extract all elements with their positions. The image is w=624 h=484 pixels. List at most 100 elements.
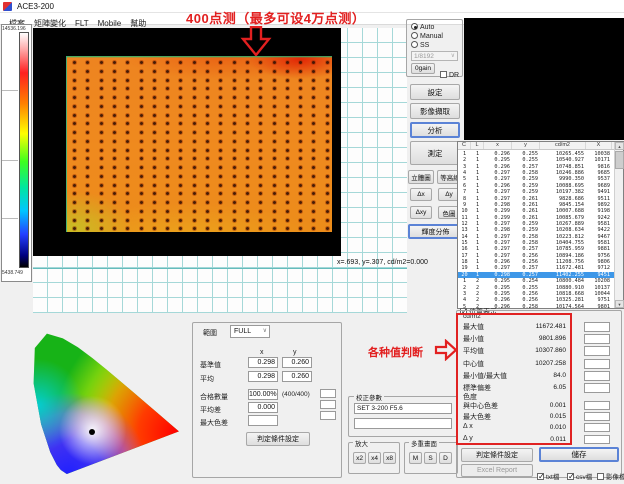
checkbox-icon[interactable]	[597, 473, 604, 480]
reference-y-field[interactable]: 0.260	[282, 357, 312, 368]
dr-checkbox[interactable]: DR	[440, 64, 459, 82]
average-y-field[interactable]: 0.260	[282, 371, 312, 382]
zoom-x4-button[interactable]: x4	[368, 452, 381, 464]
save-button[interactable]: 儲存	[539, 447, 619, 462]
scroll-up-icon[interactable]: ▲	[615, 142, 624, 150]
radio-ss[interactable]: SS	[411, 41, 429, 49]
measure-point-dot	[273, 184, 276, 187]
multi-screen-D-button[interactable]: D	[439, 452, 452, 464]
settings-button[interactable]: 設定	[410, 84, 460, 100]
judgement-condition-button-stats[interactable]: 判定條件設定	[246, 432, 310, 446]
camera-preview	[464, 18, 624, 140]
measure-point-dot	[86, 87, 89, 90]
measure-point-dot	[179, 157, 182, 160]
measure-point-dot	[153, 157, 156, 160]
radio-auto[interactable]: Auto	[411, 23, 434, 31]
measure-point-dot	[299, 175, 302, 178]
measure-point-dot	[259, 140, 262, 143]
measurement-table[interactable]: CLxycd/m2X 110.2960.25510265.45510038210…	[457, 141, 624, 309]
scrollbar-thumb[interactable]	[615, 151, 624, 169]
delta-x-button[interactable]: Δx	[410, 188, 432, 201]
measure-point-dot	[246, 149, 249, 152]
analyze-button[interactable]: 分析	[410, 122, 460, 138]
zero-gain-button[interactable]: 0gain	[411, 63, 435, 74]
measure-point-dot	[312, 192, 315, 195]
measure-point-dot	[246, 157, 249, 160]
output-checkbox-csv檔[interactable]: csv檔	[567, 466, 592, 484]
scroll-down-icon[interactable]: ▼	[615, 300, 624, 308]
column-x-label: x	[260, 349, 264, 356]
radio-manual[interactable]: Manual	[411, 32, 443, 40]
table-scrollbar[interactable]: ▲ ▼	[614, 142, 623, 308]
measure-point-dot	[246, 105, 249, 108]
range-select[interactable]: FULL∨	[230, 325, 270, 338]
menu-item-Mobile[interactable]: Mobile	[98, 19, 122, 28]
judgement-indicator-box	[584, 371, 610, 381]
measure-point-dot	[126, 87, 129, 90]
radio-icon[interactable]	[411, 32, 418, 39]
measure-point-dot	[153, 227, 156, 230]
multi-screen-S-button[interactable]: S	[424, 452, 437, 464]
chroma-value: 0.011	[506, 436, 566, 443]
measure-button[interactable]: 測定	[410, 141, 460, 165]
output-checkbox-txt檔[interactable]: txt檔	[537, 466, 559, 484]
measure-point-dot	[299, 192, 302, 195]
judgement-indicator-box	[584, 334, 610, 344]
measure-point-dot	[259, 114, 262, 117]
measure-point-dot	[326, 61, 329, 64]
dr-checkbox-box[interactable]	[440, 71, 447, 78]
measure-point-dot	[193, 175, 196, 178]
measure-point-dot	[126, 219, 129, 222]
output-checkbox-影像檔[interactable]: 影像檔	[597, 466, 624, 484]
measure-point-dot	[299, 140, 302, 143]
measure-point-dot	[113, 227, 116, 230]
multi-screen-M-button[interactable]: M	[409, 452, 422, 464]
measure-point-dot	[219, 79, 222, 82]
measure-point-dot	[140, 149, 143, 152]
menu-item-FLT[interactable]: FLT	[75, 19, 89, 28]
measure-point-dot	[219, 140, 222, 143]
shutter-select[interactable]: 1/8192∨	[411, 51, 458, 61]
average-x-field[interactable]: 0.298	[248, 371, 278, 382]
reference-label: 基準值	[200, 360, 221, 370]
stereo-view-button[interactable]: 立體圖	[408, 170, 434, 184]
measure-point-dot	[113, 157, 116, 160]
measure-point-dot	[312, 219, 315, 222]
measure-point-dot	[246, 184, 249, 187]
measure-point-dot	[219, 61, 222, 64]
zoom-x2-button[interactable]: x2	[353, 452, 366, 464]
luminance-heatmap[interactable]	[66, 56, 332, 232]
measure-point-dot	[246, 140, 249, 143]
measure-point-dot	[312, 140, 315, 143]
measure-point-dot	[126, 79, 129, 82]
measure-point-dot	[246, 96, 249, 99]
measure-point-dot	[312, 157, 315, 160]
image-capture-button[interactable]: 影像擷取	[410, 103, 460, 119]
measure-point-dot	[233, 105, 236, 108]
measure-point-dot	[233, 227, 236, 230]
measure-point-dot	[233, 131, 236, 134]
measure-point-dot	[259, 219, 262, 222]
measure-point-dot	[126, 131, 129, 134]
measure-point-dot	[179, 79, 182, 82]
zoom-x8-button[interactable]: x8	[383, 452, 396, 464]
checkbox-icon[interactable]	[567, 473, 574, 480]
annotation-value-judgement: 各种值判断	[368, 344, 423, 360]
measure-point-dot	[86, 166, 89, 169]
delta-xy-button[interactable]: Δxy	[410, 206, 432, 219]
measure-point-dot	[206, 219, 209, 222]
reference-x-field[interactable]: 0.298	[248, 357, 278, 368]
excel-report-button[interactable]: Excel Report	[461, 464, 533, 477]
judgement-condition-button[interactable]: 判定條件設定	[461, 448, 533, 462]
measure-point-dot	[166, 227, 169, 230]
luminance-distribution-button[interactable]: 輝度分佈	[408, 224, 463, 239]
measure-point-dot	[73, 149, 76, 152]
measure-point-dot	[312, 122, 315, 125]
measure-point-dot	[126, 140, 129, 143]
radio-icon[interactable]	[411, 41, 418, 48]
measure-point-dot	[166, 70, 169, 73]
radio-icon[interactable]	[411, 23, 418, 30]
checkbox-icon[interactable]	[537, 473, 544, 480]
max-color-diff-field[interactable]	[248, 415, 278, 426]
average-diff-field[interactable]: 0.000	[248, 402, 278, 413]
